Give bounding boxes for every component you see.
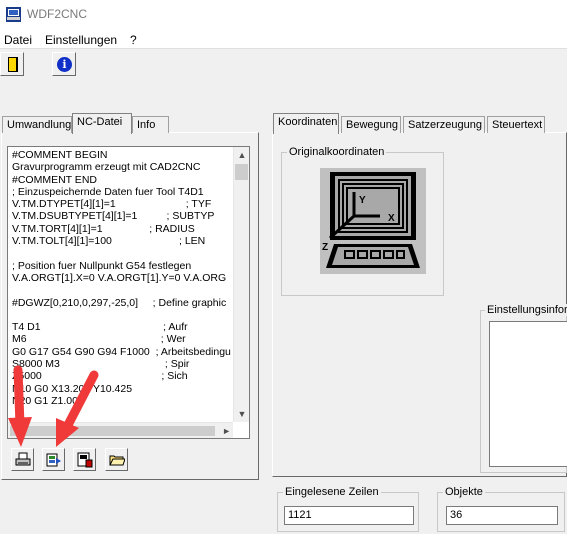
axis-y-label: Y (359, 195, 366, 206)
vertical-scrollbar[interactable]: ▲ ▼ (233, 147, 249, 422)
title-bar: WDF2CNC (0, 0, 567, 30)
tab-steuertext[interactable]: Steuertext (487, 116, 545, 133)
convert-button[interactable] (42, 448, 65, 471)
code-line: G0 G17 G54 G90 G94 F1000 ; Arbeitsbeding… (12, 345, 231, 358)
convert-icon (46, 453, 61, 467)
tab-bewegung[interactable]: Bewegung (341, 116, 401, 133)
open-folder-icon (109, 455, 125, 466)
scroll-right-icon[interactable]: ► (222, 423, 231, 438)
window-title: WDF2CNC (27, 7, 87, 21)
print-icon (15, 452, 31, 466)
open-folder-button[interactable] (105, 448, 128, 471)
code-line: #COMMENT BEGIN (12, 149, 108, 161)
code-line: M6 ; Wer (12, 333, 186, 346)
lines-read-value[interactable]: 1121 (284, 506, 414, 525)
code-line: V.A.ORGT[1].X=0 V.A.ORGT[1].Y=0 V.A.ORG (12, 271, 227, 284)
info-icon: i (57, 57, 72, 72)
tab-koordinaten[interactable]: Koordinaten (273, 113, 339, 134)
code-line: V.TM.TOLT[4][1]=100 ; LEN (12, 235, 206, 248)
code-line: ; Position fuer Nullpunkt G54 festlegen (12, 259, 192, 272)
save-icon (77, 452, 93, 468)
exit-icon (8, 57, 18, 72)
code-line: #COMMENT END (12, 173, 97, 186)
editor-text[interactable]: #COMMENT BEGIN Gravurprogramm erzeugt mi… (12, 149, 232, 421)
nc-code-editor[interactable]: #COMMENT BEGIN Gravurprogramm erzeugt mi… (7, 146, 250, 439)
code-line: S8000 M3 ; Spir (12, 358, 190, 371)
lines-read-group: Eingelesene Zeilen 1121 (277, 486, 419, 532)
menu-bar: Datei Einstellungen ? (0, 30, 567, 49)
tab-info[interactable]: Info (132, 116, 169, 133)
menu-datei[interactable]: Datei (4, 33, 32, 47)
tab-nc-datei[interactable]: NC-Datei (72, 113, 132, 134)
original-coordinates-label: Originalkoordinaten (287, 146, 387, 158)
objects-value[interactable]: 36 (446, 506, 558, 525)
objects-group: Objekte 36 (437, 486, 565, 532)
lines-read-label: Eingelesene Zeilen (283, 486, 381, 498)
settings-info-group: Einstellungsinform (480, 304, 567, 473)
menu-einstellungen[interactable]: Einstellungen (45, 33, 117, 47)
save-button[interactable] (73, 448, 96, 471)
code-line: Gravurprogramm erzeugt mit CAD2CNC (12, 161, 201, 174)
tab-satzerzeugung[interactable]: Satzerzeugung (403, 116, 485, 133)
machine-diagram-icon: Y X Z (320, 168, 426, 274)
code-line: Z5000 ; Sich (12, 370, 188, 383)
scroll-down-icon[interactable]: ▼ (234, 406, 249, 422)
axis-z-label: Z (322, 242, 328, 253)
info-button[interactable]: i (52, 52, 76, 76)
horizontal-scrollbar[interactable]: ► (8, 422, 233, 438)
code-line: N10 G0 X13.205 Y10.425 (12, 382, 133, 395)
scroll-up-icon[interactable]: ▲ (234, 147, 249, 163)
original-coordinates-group: Originalkoordinaten Y X Z (281, 146, 444, 296)
code-line: ; Einzuspeichernde Daten fuer Tool T4D1 (12, 185, 204, 198)
settings-info-label: Einstellungsinform (485, 304, 567, 316)
print-button[interactable] (11, 448, 34, 471)
code-line: #DGWZ[0,210,0,297,-25,0] ; Define graphi… (12, 296, 227, 309)
toolbar: i (0, 49, 567, 79)
menu-help[interactable]: ? (130, 33, 137, 47)
horizontal-scroll-thumb[interactable] (10, 426, 215, 436)
tab-umwandlung[interactable]: Umwandlung (2, 116, 72, 133)
code-line: V.TM.DTYPET[4][1]=1 ; TYF (12, 198, 212, 211)
vertical-scroll-thumb[interactable] (235, 164, 248, 180)
code-line: V.TM.TORT[4][1]=1 ; RADIUS (12, 222, 195, 235)
settings-info-box[interactable] (489, 321, 567, 467)
app-icon (6, 7, 21, 22)
axis-x-label: X (388, 213, 395, 224)
code-line: V.TM.DSUBTYPET[4][1]=1 ; SUBTYP (12, 210, 215, 223)
objects-label: Objekte (443, 486, 485, 498)
exit-button[interactable] (0, 52, 24, 76)
code-line: T4 D1 ; Aufr (12, 321, 188, 334)
code-line: N20 G1 Z1.000 (12, 394, 84, 407)
